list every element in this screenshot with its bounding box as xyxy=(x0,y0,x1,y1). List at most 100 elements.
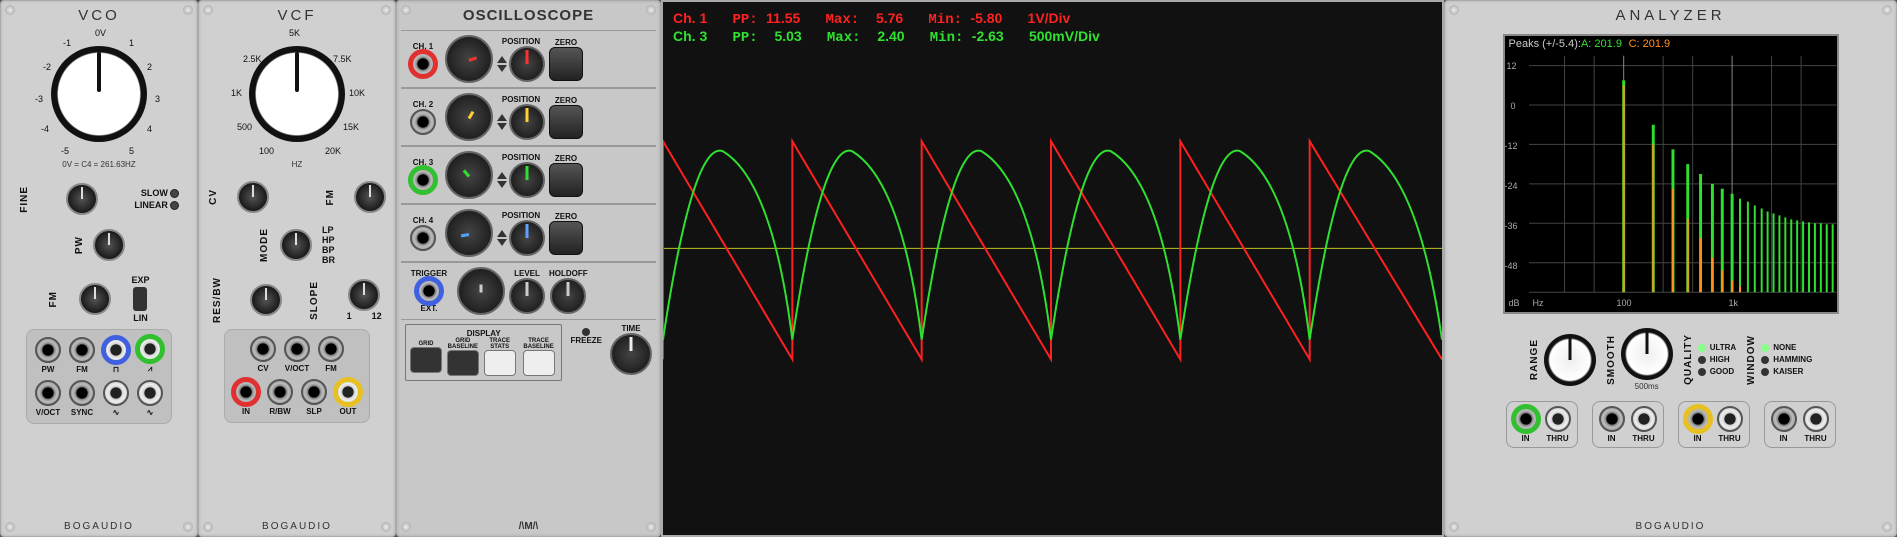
vco-brand: BOGAUDIO xyxy=(1,521,197,532)
ch3-pos-down[interactable] xyxy=(497,181,507,188)
vco-sync-port[interactable] xyxy=(69,380,95,406)
ana-in-b[interactable] xyxy=(1599,406,1625,432)
vcf-mode-knob[interactable] xyxy=(280,229,312,261)
ch2-scale-knob[interactable] xyxy=(445,93,493,141)
ch4-zero-btn[interactable] xyxy=(549,221,583,255)
ch2-port[interactable] xyxy=(410,109,436,135)
ch4-pos-up[interactable] xyxy=(497,230,507,237)
analyzer-brand: BOGAUDIO xyxy=(1445,521,1896,532)
ana-in-c[interactable] xyxy=(1685,406,1711,432)
vco-freq-knob[interactable] xyxy=(51,46,147,142)
quality-high[interactable] xyxy=(1698,356,1706,364)
linear-toggle[interactable] xyxy=(170,201,179,210)
vco-fine-knob[interactable] xyxy=(66,183,98,215)
vcf-voct-port[interactable] xyxy=(284,336,310,362)
window-kaiser[interactable] xyxy=(1761,368,1769,376)
ch3-pos-up[interactable] xyxy=(497,172,507,179)
disp-tracebase-btn[interactable] xyxy=(523,350,555,376)
vcf-hz-label: HZ xyxy=(292,160,303,169)
quality-ultra[interactable] xyxy=(1698,344,1706,352)
ch2-pos-up[interactable] xyxy=(497,114,507,121)
range-knob[interactable] xyxy=(1544,334,1596,386)
vco-ports: PW FM ⊓ ⩘ V/OCT SYNC ∿ ∿ xyxy=(26,329,172,424)
vco-fm-port[interactable] xyxy=(69,337,95,363)
ch1-pos-up[interactable] xyxy=(497,56,507,63)
time-knob[interactable] xyxy=(610,333,652,375)
window-none[interactable] xyxy=(1761,344,1769,352)
vcf-mode-label: MODE xyxy=(259,228,270,262)
quality-good[interactable] xyxy=(1698,368,1706,376)
slow-toggle[interactable] xyxy=(170,189,179,198)
freeze-label[interactable]: FREEZE xyxy=(570,336,602,345)
disp-stats-btn[interactable] xyxy=(484,350,516,376)
vcf-slope-knob[interactable] xyxy=(348,279,380,311)
scope-trigger-row: TRIGGER EXT. LEVEL HOLDOFF xyxy=(401,262,656,320)
vco-sin-out[interactable] xyxy=(137,380,163,406)
vcf-fm-port[interactable] xyxy=(318,336,344,362)
mode-bp: BP xyxy=(322,245,335,255)
vco-exp-lin-switch[interactable] xyxy=(133,287,147,311)
scope-ch4-row: CH. 4 POSITION ZERO xyxy=(401,204,656,262)
mode-br: BR xyxy=(322,255,335,265)
ch2-pos-down[interactable] xyxy=(497,123,507,130)
vcf-in-port[interactable] xyxy=(233,379,259,405)
analyzer-controls: RANGE SMOOTH 500ms QUALITY ULTRA HIGH GO… xyxy=(1529,328,1813,391)
vco-freq-ring: 0V -1 -2 -3 -4 -5 5 4 3 2 1 xyxy=(35,30,163,158)
vcf-res-knob[interactable] xyxy=(250,284,282,316)
vcf-freq-ring: 100 500 1K 2.5K 5K 7.5K 10K 15K 20K xyxy=(233,30,361,158)
ana-in-d[interactable] xyxy=(1771,406,1797,432)
holdoff-knob[interactable] xyxy=(550,278,586,314)
trigger-src-knob[interactable] xyxy=(457,267,505,315)
disp-grid-btn[interactable] xyxy=(410,347,442,373)
vcf-cv-knob[interactable] xyxy=(237,181,269,213)
ch1-port[interactable] xyxy=(410,51,436,77)
vco-tri-out[interactable] xyxy=(103,380,129,406)
vcf-freq-knob[interactable] xyxy=(249,46,345,142)
ch4-scale-knob[interactable] xyxy=(445,209,493,257)
vco-fm-knob[interactable] xyxy=(79,283,111,315)
ch2-label: CH. 2 xyxy=(413,100,433,109)
ch1-pos-down[interactable] xyxy=(497,65,507,72)
vco-sq-out[interactable] xyxy=(103,337,129,363)
ch1-scale-knob[interactable] xyxy=(445,35,493,83)
disp-gridbase-btn[interactable] xyxy=(447,350,479,376)
ana-thru-a[interactable] xyxy=(1545,406,1571,432)
vco-voct-port[interactable] xyxy=(35,380,61,406)
ch3-scale-knob[interactable] xyxy=(445,151,493,199)
ch2-pos-knob[interactable] xyxy=(509,104,545,140)
ch4-pos-knob[interactable] xyxy=(509,220,545,256)
vcf-module: VCF 100 500 1K 2.5K 5K 7.5K 10K 15K 20K … xyxy=(198,0,396,537)
vco-pw-knob[interactable] xyxy=(93,229,125,261)
ana-thru-c[interactable] xyxy=(1717,406,1743,432)
vcf-cv-port[interactable] xyxy=(250,336,276,362)
scope-ch2-row: CH. 2 POSITION ZERO xyxy=(401,88,656,146)
ch1-pos-knob[interactable] xyxy=(509,46,545,82)
ana-in-a[interactable] xyxy=(1513,406,1539,432)
ch4-pos-down[interactable] xyxy=(497,239,507,246)
scope-brand: /\M/\ xyxy=(397,521,660,532)
window-hamming[interactable] xyxy=(1761,356,1769,364)
range-label: RANGE xyxy=(1529,339,1540,380)
smooth-knob[interactable] xyxy=(1621,328,1673,380)
trigger-ext-port[interactable] xyxy=(416,278,442,304)
vcf-brand: BOGAUDIO xyxy=(199,521,395,532)
ana-thru-b[interactable] xyxy=(1631,406,1657,432)
ch3-port[interactable] xyxy=(410,167,436,193)
ch1-zero-btn[interactable] xyxy=(549,47,583,81)
ch4-port[interactable] xyxy=(410,225,436,251)
vco-ramp-out[interactable] xyxy=(137,336,163,362)
ch3-pos-knob[interactable] xyxy=(509,162,545,198)
linear-label: LINEAR xyxy=(134,200,168,210)
vcf-out-port[interactable] xyxy=(335,379,361,405)
scope-title: OSCILLOSCOPE xyxy=(463,7,594,24)
trigger-level-knob[interactable] xyxy=(509,278,545,314)
ch3-zero-btn[interactable] xyxy=(549,163,583,197)
analyzer-title: ANALYZER xyxy=(1615,7,1725,24)
vco-pw-port[interactable] xyxy=(35,337,61,363)
wave-stats-ch1: Ch. 1 PP: 11.55 Max: 5.76 Min: -5.80 1V/… xyxy=(663,10,1442,28)
ch2-zero-btn[interactable] xyxy=(549,105,583,139)
ana-thru-d[interactable] xyxy=(1803,406,1829,432)
vcf-fm-knob[interactable] xyxy=(354,181,386,213)
vcf-slp-port[interactable] xyxy=(301,379,327,405)
vcf-rbw-port[interactable] xyxy=(267,379,293,405)
